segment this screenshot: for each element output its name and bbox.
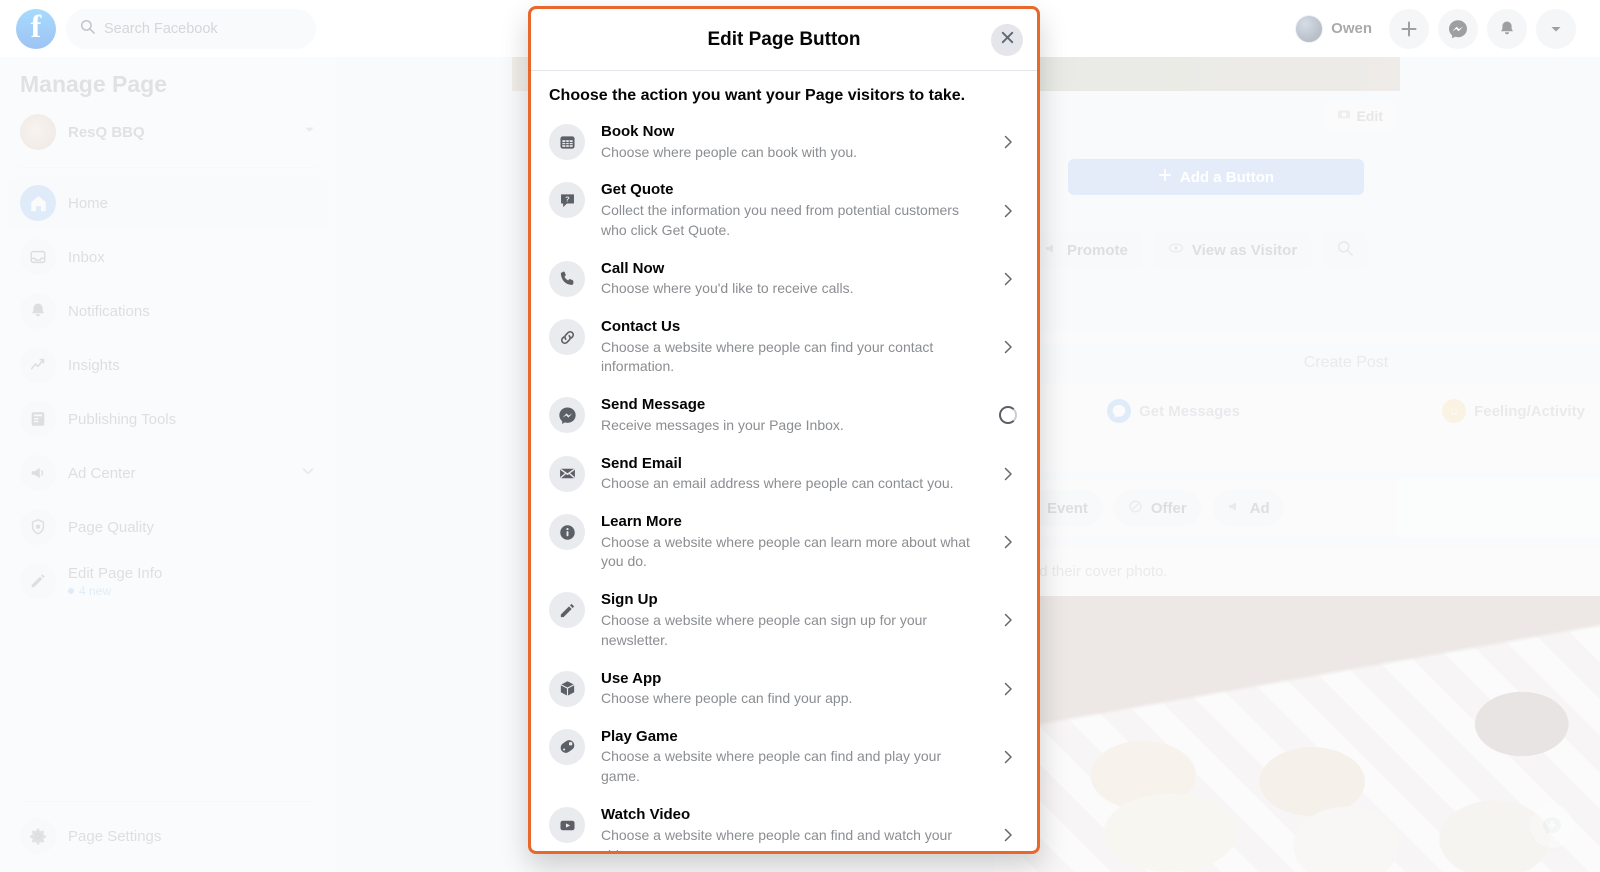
option-book-now[interactable]: Book Now Choose where people can book wi… [545, 113, 1023, 171]
option-description: Choose where people can book with you. [601, 143, 858, 160]
option-text: Send Email Choose an email address where… [601, 454, 981, 494]
close-icon [999, 29, 1016, 51]
phone-icon [549, 260, 585, 297]
option-description: Choose a website where people can sign u… [601, 611, 928, 648]
option-description: Choose an email address where people can… [601, 475, 954, 492]
chevron-right-icon[interactable] [997, 466, 1019, 482]
messenger-icon [549, 397, 585, 434]
option-text: Use App Choose where people can find you… [601, 669, 981, 709]
option-get-quote[interactable]: ? Get Quote Collect the information you … [545, 171, 1023, 249]
option-title: Use App [601, 669, 662, 687]
chevron-right-icon[interactable] [997, 339, 1019, 355]
option-text: Learn More Choose a website where people… [601, 512, 981, 572]
gamepad-icon [549, 728, 585, 765]
option-description: Choose a website where people can find a… [601, 826, 952, 851]
option-call-now[interactable]: Call Now Choose where you'd like to rece… [545, 250, 1023, 308]
option-send-email[interactable]: Send Email Choose an email address where… [545, 445, 1023, 503]
svg-text:?: ? [565, 195, 570, 204]
chevron-right-icon[interactable] [997, 134, 1019, 150]
option-description: Choose a website where people can find a… [601, 748, 942, 785]
option-title: Call Now [601, 259, 665, 277]
pencil-icon [549, 592, 585, 629]
option-send-message[interactable]: Send Message Receive messages in your Pa… [545, 386, 1023, 444]
option-description: Choose where people can find your app. [601, 690, 853, 706]
option-description: Choose a website where people can learn … [601, 533, 970, 570]
dialog-body[interactable]: Choose the action you want your Page vis… [531, 71, 1037, 851]
option-description: Receive messages in your Page Inbox. [601, 416, 844, 433]
chevron-right-icon[interactable] [997, 749, 1019, 765]
option-text: Contact Us Choose a website where people… [601, 317, 981, 377]
option-title: Sign Up [601, 591, 658, 609]
question-bubble-icon: ? [549, 182, 585, 219]
dialog-title: Edit Page Button [707, 28, 861, 50]
chevron-right-icon[interactable] [997, 203, 1019, 219]
option-sign-up[interactable]: Sign Up Choose a website where people ca… [545, 581, 1023, 659]
option-title: Get Quote [601, 181, 674, 199]
option-text: Watch Video Choose a website where peopl… [601, 805, 981, 851]
chevron-right-icon[interactable] [997, 827, 1019, 843]
option-text: Send Message Receive messages in your Pa… [601, 395, 981, 435]
close-button[interactable] [991, 23, 1023, 56]
option-description: Choose a website where people can find y… [601, 338, 934, 375]
option-title: Play Game [601, 727, 678, 745]
option-text: Book Now Choose where people can book wi… [601, 122, 981, 162]
option-text: Play Game Choose a website where people … [601, 727, 981, 787]
spinner-icon [997, 406, 1019, 425]
cube-icon [549, 670, 585, 707]
option-title: Send Message [601, 396, 706, 414]
option-title: Watch Video [601, 806, 691, 824]
option-play-game[interactable]: Play Game Choose a website where people … [545, 718, 1023, 796]
chevron-right-icon[interactable] [997, 534, 1019, 550]
option-title: Learn More [601, 513, 682, 530]
envelope-icon [549, 455, 585, 492]
option-description: Collect the information you need from po… [601, 201, 959, 238]
option-contact-us[interactable]: Contact Us Choose a website where people… [545, 308, 1023, 386]
option-watch-video[interactable]: Watch Video Choose a website where peopl… [545, 796, 1023, 851]
chevron-right-icon[interactable] [997, 612, 1019, 628]
info-icon [549, 514, 585, 550]
facebook-page-manager-screen: f Search Facebook Owen [0, 0, 1600, 872]
option-text: Call Now Choose where you'd like to rece… [601, 259, 981, 299]
option-title: Send Email [601, 454, 682, 472]
chevron-right-icon[interactable] [997, 271, 1019, 287]
dialog-header: Edit Page Button [531, 9, 1037, 71]
edit-page-button-dialog: Edit Page Button Choose the action you w… [528, 6, 1040, 854]
option-title: Contact Us [601, 318, 681, 335]
calendar-icon [549, 124, 585, 160]
option-description: Choose where you'd like to receive calls… [601, 280, 854, 297]
option-text: Sign Up Choose a website where people ca… [601, 590, 981, 650]
dialog-subtitle: Choose the action you want your Page vis… [549, 87, 966, 104]
option-use-app[interactable]: Use App Choose where people can find you… [545, 660, 1023, 718]
option-title: Book Now [601, 123, 675, 140]
link-icon [549, 319, 585, 355]
chevron-right-icon[interactable] [997, 681, 1019, 697]
play-video-icon [549, 807, 585, 844]
loading-spinner [999, 406, 1017, 425]
option-text: Get Quote Collect the information you ne… [601, 180, 981, 240]
option-learn-more[interactable]: Learn More Choose a website where people… [545, 503, 1023, 581]
